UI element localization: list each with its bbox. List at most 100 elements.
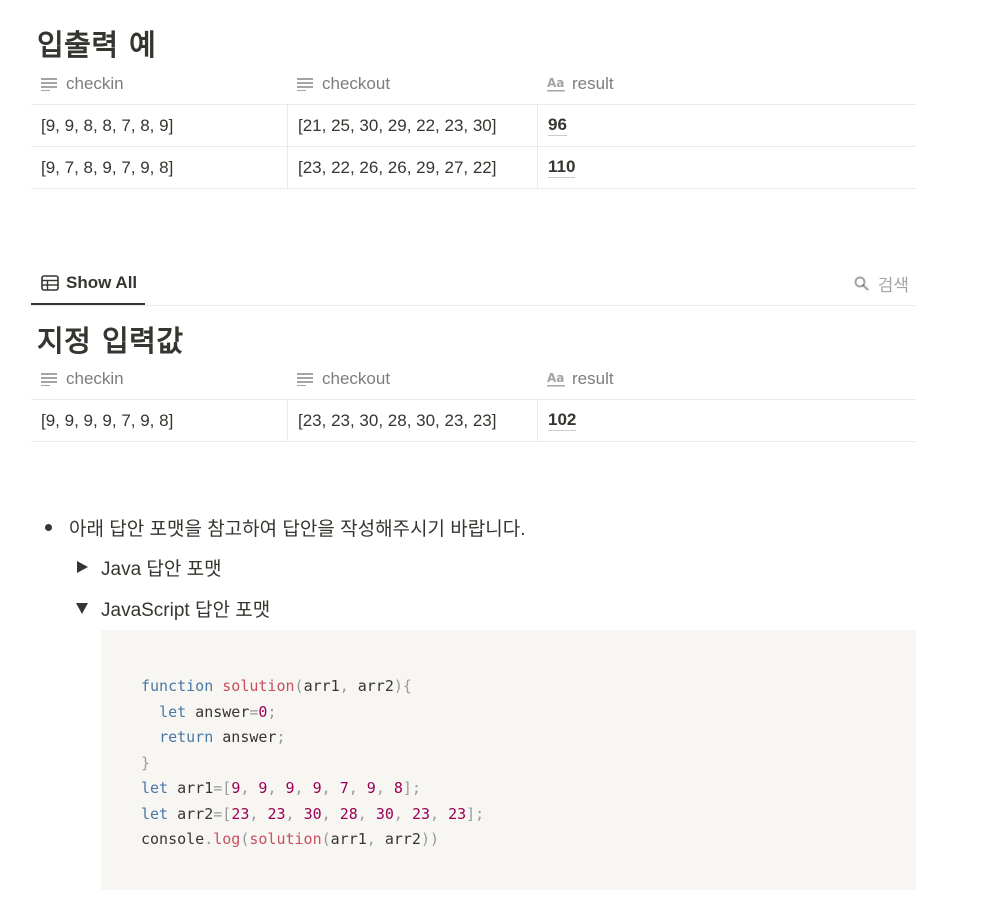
code-token: 23 [231,804,250,823]
code-line: let answer=0; [141,700,876,726]
checkout-cell[interactable]: [23, 22, 26, 26, 29, 27, 22] [287,147,537,188]
table-header-row: checkin checkout Aa result [31,64,916,105]
bullet-dot-icon [45,523,52,531]
code-token: 23 [448,804,467,823]
instruction-bullet: 아래 답안 포맷을 참고하여 답안을 작성해주시기 바랍니다. [41,512,525,542]
column-header-result[interactable]: Aa result [537,64,916,104]
code-token: let [159,702,187,721]
checkin-cell[interactable]: [9, 9, 8, 8, 7, 8, 9] [31,105,287,146]
code-token: ){ [393,677,412,695]
code-token: , [357,804,367,823]
code-token: arr2 [168,804,214,823]
result-cell[interactable]: 102 [537,400,916,441]
aa-title-icon: Aa [547,371,565,387]
toggle-label: Java 답안 포맷 [101,558,222,580]
column-header-checkin[interactable]: checkin [31,64,287,104]
code-token: 9 [285,779,295,797]
code-token: , [339,677,349,695]
tab-show-all[interactable]: Show All [31,262,145,305]
code-line: let arr1=[9, 9, 9, 9, 7, 9, 8]; [141,776,876,802]
code-token: ]; [402,779,421,797]
code-token: , [430,804,440,823]
code-token: , [294,779,304,797]
code-line: } [141,751,876,777]
code-token: solution [222,677,295,695]
column-header-checkout[interactable]: checkout [287,64,537,104]
checkin-cell[interactable]: [9, 7, 8, 9, 7, 9, 8] [31,147,287,188]
code-token: 8 [393,779,403,797]
text-lines-icon [41,77,59,91]
code-token: solution [249,830,322,848]
code-token: ]; [466,804,485,823]
code-token: , [393,804,403,823]
column-header-label: checkout [322,369,391,388]
result-value: 110 [548,157,576,178]
instruction-text: 아래 답안 포맷을 참고하여 답안을 작성해주시기 바랍니다. [69,518,526,540]
code-token: )) [420,830,440,848]
result-value: 96 [548,115,567,136]
svg-text:Aa: Aa [547,371,564,385]
toggle-label: JavaScript 답안 포맷 [101,599,271,621]
code-token: return [159,728,214,746]
tab-label: Show All [66,272,138,292]
code-line: console.log(solution(arr1, arr2)) [141,827,876,853]
code-token: arr1 [330,830,367,848]
table-icon [41,274,59,291]
toggle-javascript-format[interactable]: JavaScript 답안 포맷 [75,593,270,623]
code-token: log [213,830,241,848]
column-header-label: result [572,74,614,93]
code-token: 9 [312,779,322,797]
text-lines-icon [41,372,59,386]
column-header-checkin[interactable]: checkin [31,359,287,399]
column-header-checkout[interactable]: checkout [287,359,537,399]
aa-title-icon: Aa [547,76,565,92]
result-cell[interactable]: 110 [537,147,916,188]
javascript-code-block[interactable]: function solution(arr1, arr2){ let answe… [101,630,916,890]
code-token: arr1 [168,779,214,797]
code-token: answer [186,702,250,721]
checkout-cell[interactable]: [21, 25, 30, 29, 22, 23, 30] [287,105,537,146]
code-token: console [141,830,205,848]
result-cell[interactable]: 96 [537,105,916,146]
code-token: 28 [339,804,358,823]
code-token: =[ [213,779,232,797]
code-token: 7 [339,779,349,797]
triangle-right-icon[interactable] [75,560,101,574]
code-token: , [285,804,295,823]
triangle-down-icon[interactable] [75,601,101,615]
checkin-cell[interactable]: [9, 9, 9, 9, 7, 9, 8] [31,400,287,441]
column-header-label: checkin [66,369,124,388]
column-header-result[interactable]: Aa result [537,359,916,399]
svg-text:Aa: Aa [547,76,564,90]
search-button[interactable]: 검색 [854,269,909,297]
io-example-table: checkin checkout Aa result [9, 9, 8, 8, … [31,64,916,189]
table-row[interactable]: [9, 7, 8, 9, 7, 9, 8] [23, 22, 26, 26, 2… [31,147,916,189]
search-label: 검색 [877,275,909,295]
section-title-io-example: 입출력 예 [37,28,157,62]
given-input-table: checkin checkout Aa result [9, 9, 9, 9, … [31,359,916,442]
checkout-cell[interactable]: [23, 23, 30, 28, 30, 23, 23] [287,400,537,441]
table-row[interactable]: [9, 9, 9, 9, 7, 9, 8] [23, 23, 30, 28, 3… [31,400,916,442]
code-token: ; [267,702,277,721]
code-token: ( [321,830,331,848]
code-token: . [204,830,214,848]
code-token: arr2 [348,677,394,695]
database-view-bar: Show All 검색 [31,262,916,306]
table-row[interactable]: [9, 9, 8, 8, 7, 8, 9] [21, 25, 30, 29, 2… [31,105,916,147]
toggle-java-format[interactable]: Java 답안 포맷 [75,552,222,582]
code-token: 30 [303,804,322,823]
code-token: 23 [411,804,430,823]
code-token: answer [213,728,277,746]
code-token: 9 [366,779,376,797]
column-header-label: checkin [66,74,124,93]
code-token: arr1 [303,677,340,695]
code-line: return answer; [141,725,876,751]
